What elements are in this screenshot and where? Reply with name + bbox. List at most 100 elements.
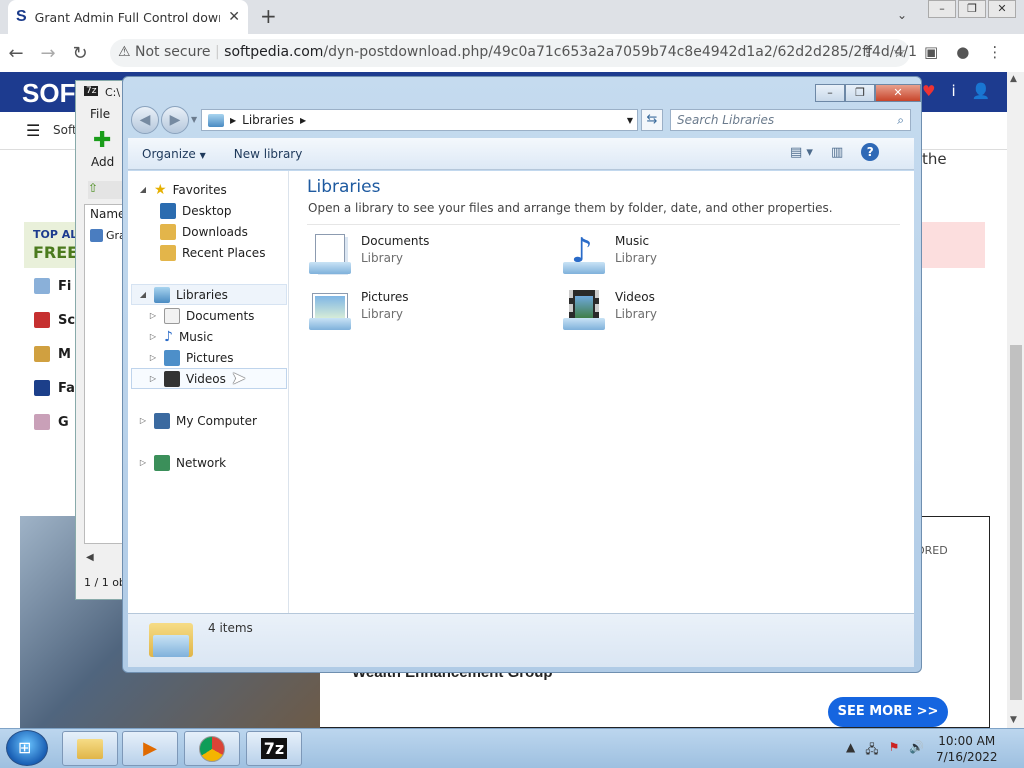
maximize-button[interactable]: ❐ [845,84,875,102]
action-center-icon[interactable]: ⚑ [889,740,900,761]
collapse-icon[interactable]: ◢ [138,290,148,299]
search-input[interactable]: Search Libraries [677,113,897,127]
alt-item-label[interactable]: Sc [58,313,75,328]
address-dropdown-icon[interactable]: ▼ [627,116,637,125]
nav-recent-places[interactable]: Recent Places [160,242,265,263]
volume-icon[interactable]: 🔊 [909,740,924,761]
forward-icon[interactable]: → [32,43,64,64]
expand-icon[interactable]: ▷ [148,332,158,341]
library-music[interactable]: ♪ Music Library [561,232,657,278]
scroll-down-icon[interactable]: ▼ [1010,715,1017,725]
collapse-icon[interactable]: ◢ [138,185,148,194]
taskbar-7zip[interactable]: 7z [246,731,302,766]
library-documents[interactable]: Documents Library [307,232,429,278]
menu-icon[interactable]: ⋮ [987,43,1002,61]
bookmark-star-icon[interactable]: ☆ [893,43,906,61]
side-panel-icon[interactable]: ▣ [924,43,938,61]
back-button[interactable]: ◀ [131,106,159,134]
url-display[interactable]: ⚠ Not secure | softpedia.com/dyn-postdow… [118,44,917,60]
organize-menu[interactable]: Organize ▼ [142,147,206,161]
library-videos[interactable]: Videos Library [561,288,657,334]
forward-button[interactable]: ▶ [161,106,189,134]
expand-icon[interactable]: ▷ [138,458,148,467]
close-button[interactable]: ✕ [988,0,1016,18]
scroll-left-icon[interactable]: ◀ [86,552,94,563]
user-icon[interactable]: 👤 [972,82,991,100]
nav-pictures[interactable]: ▷ Pictures [148,347,234,368]
clock[interactable]: 10:00 AM 7/16/2022 [936,733,998,765]
nav-my-computer[interactable]: ▷ My Computer [138,410,257,431]
add-button[interactable]: Add [91,155,114,169]
reload-icon[interactable]: ↻ [64,43,96,64]
close-button[interactable]: ✕ [875,84,921,102]
app-icon [34,312,50,328]
site-logo[interactable]: SOF [22,78,75,109]
recent-places-icon [160,244,176,261]
search-icon[interactable]: ⌕ [897,113,904,128]
up-folder-icon[interactable]: ⇧ [88,181,124,199]
taskbar-explorer[interactable] [62,731,118,766]
breadcrumb-libraries[interactable]: Libraries [242,113,294,127]
nav-videos[interactable]: ▷ Videos [148,368,226,389]
network-tray-icon[interactable]: 🖧 [865,740,878,761]
scroll-up-icon[interactable]: ▲ [1010,74,1017,84]
nav-desktop[interactable]: Desktop [160,200,232,221]
minimize-button[interactable]: – [928,0,956,18]
nav-documents[interactable]: ▷ Documents [148,305,254,326]
alt-item-label[interactable]: G [58,415,69,430]
close-tab-icon[interactable]: ✕ [228,9,240,25]
chevron-right-icon[interactable]: ▶ [230,116,236,125]
profile-icon[interactable]: ● [956,43,969,61]
taskbar-chrome[interactable] [184,731,240,766]
scrollbar-thumb[interactable] [1010,345,1022,700]
nav-network[interactable]: ▷ Network [138,452,226,473]
tray-expand-icon[interactable]: ▲ [846,740,855,761]
info-icon[interactable]: i [951,82,955,100]
library-pictures[interactable]: Pictures Library [307,288,409,334]
expand-icon[interactable]: ▷ [148,374,158,383]
file-row[interactable]: Gra [90,229,126,242]
minimize-button[interactable]: – [815,84,845,102]
address-breadcrumb[interactable]: ▶ Libraries ▶ ▼ [201,109,638,131]
tab-search-icon[interactable]: ⌄ [897,8,907,22]
free-label: FREE [33,243,79,262]
maximize-button[interactable]: ❐ [958,0,986,18]
new-tab-button[interactable]: + [260,4,277,28]
alt-item-label[interactable]: Fi [58,279,71,294]
chevron-right-icon[interactable]: ▶ [300,116,306,125]
col-name-header[interactable]: Name [90,207,125,221]
expand-icon[interactable]: ▷ [138,416,148,425]
hamburger-icon[interactable]: ☰ [26,121,40,140]
alt-item-label[interactable]: Fa [58,381,75,396]
add-plus-icon[interactable]: ✚ [93,128,111,153]
menu-file[interactable]: File [90,107,110,121]
heart-icon[interactable]: ♥ [922,82,935,100]
pink-banner [920,222,985,268]
nav-label: Downloads [182,224,248,239]
browser-tab[interactable]: S Grant Admin Full Control downlo ✕ [8,0,248,34]
preview-pane-icon[interactable]: ▥ [831,145,843,160]
back-icon[interactable]: ← [0,43,32,64]
expand-icon[interactable]: ▷ [148,353,158,362]
videos-icon [164,370,180,387]
new-library-button[interactable]: New library [234,147,303,161]
nav-snippet[interactable]: Soft [53,123,77,137]
search-box[interactable]: Search Libraries ⌕ [670,109,911,131]
nav-downloads[interactable]: Downloads [160,221,248,242]
help-icon[interactable]: ? [861,143,880,161]
taskbar-media-player[interactable]: ▶ [122,731,178,766]
refresh-button[interactable]: ⇆ [641,109,663,131]
change-view-icon[interactable]: ▤ ▾ [790,145,813,160]
view-controls: ▤ ▾ ▥ ? [790,143,880,161]
url-path: /dyn-postdownload.php/49c0a71c653a2a7059… [323,44,917,60]
library-kind: Library [615,307,657,321]
recent-pages-icon[interactable]: ▼ [191,106,197,134]
share-icon[interactable]: ⇪ [862,43,875,61]
alt-item-label[interactable]: M [58,347,71,362]
library-kind: Library [361,307,403,321]
nav-favorites[interactable]: ◢ ★ Favorites [138,179,227,200]
nav-music[interactable]: ▷ ♪ Music [148,326,213,347]
see-more-button[interactable]: SEE MORE >> [828,697,948,727]
expand-icon[interactable]: ▷ [148,311,158,320]
nav-libraries[interactable]: ◢ Libraries [138,284,228,305]
